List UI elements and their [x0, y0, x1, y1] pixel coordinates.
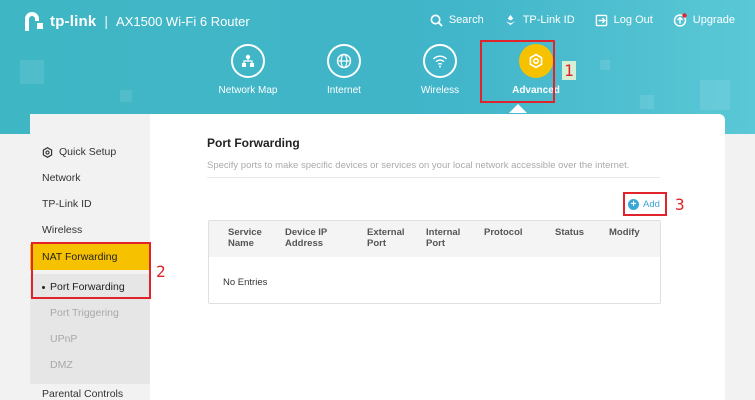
upgrade-icon	[673, 13, 687, 27]
annotation-number-3: 3	[675, 195, 685, 214]
logout-icon	[595, 14, 607, 26]
brand-separator: |	[104, 13, 109, 29]
nav-internet-label: Internet	[327, 85, 361, 96]
column-header-status: Status	[555, 227, 585, 238]
tplink-id-link[interactable]: TP-Link ID	[504, 13, 575, 27]
nav-wireless[interactable]: Wireless	[392, 44, 488, 96]
router-model: AX1500 Wi-Fi 6 Router	[116, 13, 250, 29]
sidebar-item-port-triggering[interactable]: Port Triggering	[30, 300, 150, 326]
nav-internet[interactable]: Internet	[296, 44, 392, 96]
page-title: Port Forwarding	[207, 136, 300, 150]
logout-link-label: Log Out	[613, 14, 653, 26]
column-header-modify: Modify	[609, 227, 640, 238]
annotation-box-1	[480, 40, 555, 103]
sidebar-item-network[interactable]: Network	[30, 165, 150, 191]
sidebar-item-label: Wireless	[42, 224, 83, 236]
nav-wireless-label: Wireless	[420, 85, 460, 96]
column-header-device-ip: Device IP Address	[285, 227, 328, 249]
tplink-id-link-label: TP-Link ID	[522, 14, 575, 26]
decor-square	[120, 90, 132, 102]
column-header-external-port: External Port	[367, 227, 405, 249]
nav-network-map[interactable]: Network Map	[200, 44, 296, 96]
tplink-logo-icon	[22, 9, 46, 33]
decor-square	[700, 80, 730, 110]
decor-square	[20, 60, 44, 84]
sidebar-item-label: Port Triggering	[50, 307, 119, 319]
sidebar-item-upnp[interactable]: UPnP	[30, 326, 150, 352]
table-header: Service Name Device IP Address External …	[209, 221, 660, 257]
column-header-protocol: Protocol	[484, 227, 523, 238]
annotation-number-1: 1	[562, 61, 576, 80]
sidebar-item-label: Parental Controls	[42, 388, 124, 400]
annotation-box-2	[31, 242, 151, 299]
content-panel: Port Forwarding Specify ports to make sp…	[150, 114, 725, 400]
wifi-icon	[423, 44, 457, 78]
decor-square	[600, 60, 610, 70]
sidebar-item-tplink-id[interactable]: TP-Link ID	[30, 191, 150, 217]
annotation-box-3	[623, 192, 667, 216]
sidebar-item-dmz[interactable]: DMZ	[30, 352, 150, 378]
column-header-internal-port: Internal Port	[426, 227, 461, 249]
upgrade-link-label: Upgrade	[692, 14, 735, 26]
search-link-label: Search	[448, 14, 484, 26]
active-nav-pointer	[509, 104, 527, 113]
network-map-icon	[231, 44, 265, 78]
divider	[207, 177, 660, 178]
nav-network-map-label: Network Map	[218, 85, 278, 96]
globe-icon	[327, 44, 361, 78]
upgrade-link[interactable]: Upgrade	[673, 13, 735, 27]
empty-state-text: No Entries	[223, 277, 268, 288]
search-link[interactable]: Search	[430, 13, 484, 27]
sidebar-item-label: TP-Link ID	[42, 198, 92, 210]
brand-logo[interactable]: tp-link | AX1500 Wi-Fi 6 Router	[22, 9, 250, 33]
sidebar-item-quick-setup[interactable]: Quick Setup	[30, 139, 150, 165]
logout-link[interactable]: Log Out	[595, 13, 653, 27]
quick-setup-icon	[42, 146, 53, 158]
search-icon	[430, 14, 443, 27]
port-forwarding-table: Service Name Device IP Address External …	[208, 220, 661, 304]
sidebar-item-label: Quick Setup	[59, 146, 117, 158]
brand-name: tp-link	[50, 12, 97, 30]
sidebar-item-label: Network	[42, 172, 81, 184]
annotation-number-2: 2	[156, 262, 166, 281]
sidebar-item-label: DMZ	[50, 359, 73, 371]
top-links: Search TP-Link ID Log Out Upgrade	[430, 13, 755, 27]
sidebar-item-label: UPnP	[50, 333, 78, 345]
page-description: Specify ports to make specific devices o…	[207, 160, 630, 171]
sidebar-item-wireless[interactable]: Wireless	[30, 217, 150, 243]
decor-square	[640, 95, 654, 109]
column-header-service-name: Service Name	[228, 227, 262, 249]
sidebar-item-parental-controls[interactable]: Parental Controls	[30, 381, 150, 400]
tplink-id-icon	[505, 14, 515, 25]
